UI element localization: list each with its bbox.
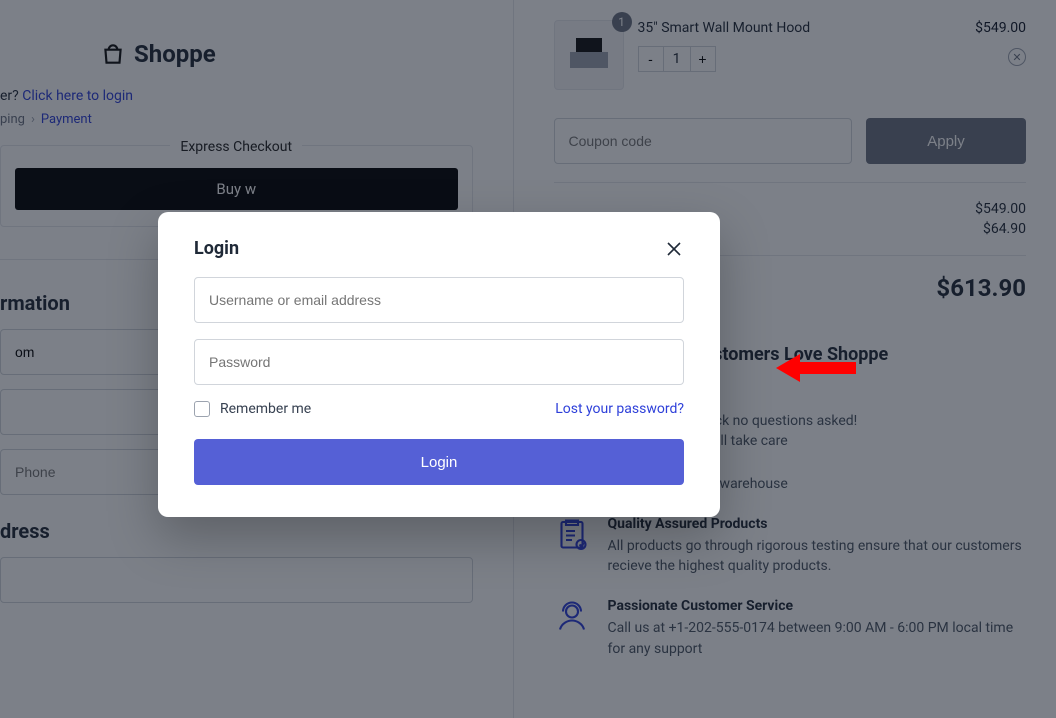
- password-input[interactable]: [195, 340, 683, 384]
- lost-password-link[interactable]: Lost your password?: [555, 401, 684, 417]
- modal-title: Login: [194, 238, 239, 259]
- checkbox-icon: [194, 401, 210, 417]
- login-submit-button[interactable]: Login: [194, 439, 684, 485]
- username-field[interactable]: [194, 277, 684, 323]
- close-button[interactable]: [664, 239, 684, 259]
- login-modal: Login Remember me Lost your password? Lo…: [158, 212, 720, 517]
- close-icon: [666, 241, 682, 257]
- password-field[interactable]: [194, 339, 684, 385]
- remember-me-checkbox[interactable]: Remember me: [194, 401, 311, 417]
- username-input[interactable]: [195, 278, 683, 322]
- remember-me-label: Remember me: [220, 401, 311, 417]
